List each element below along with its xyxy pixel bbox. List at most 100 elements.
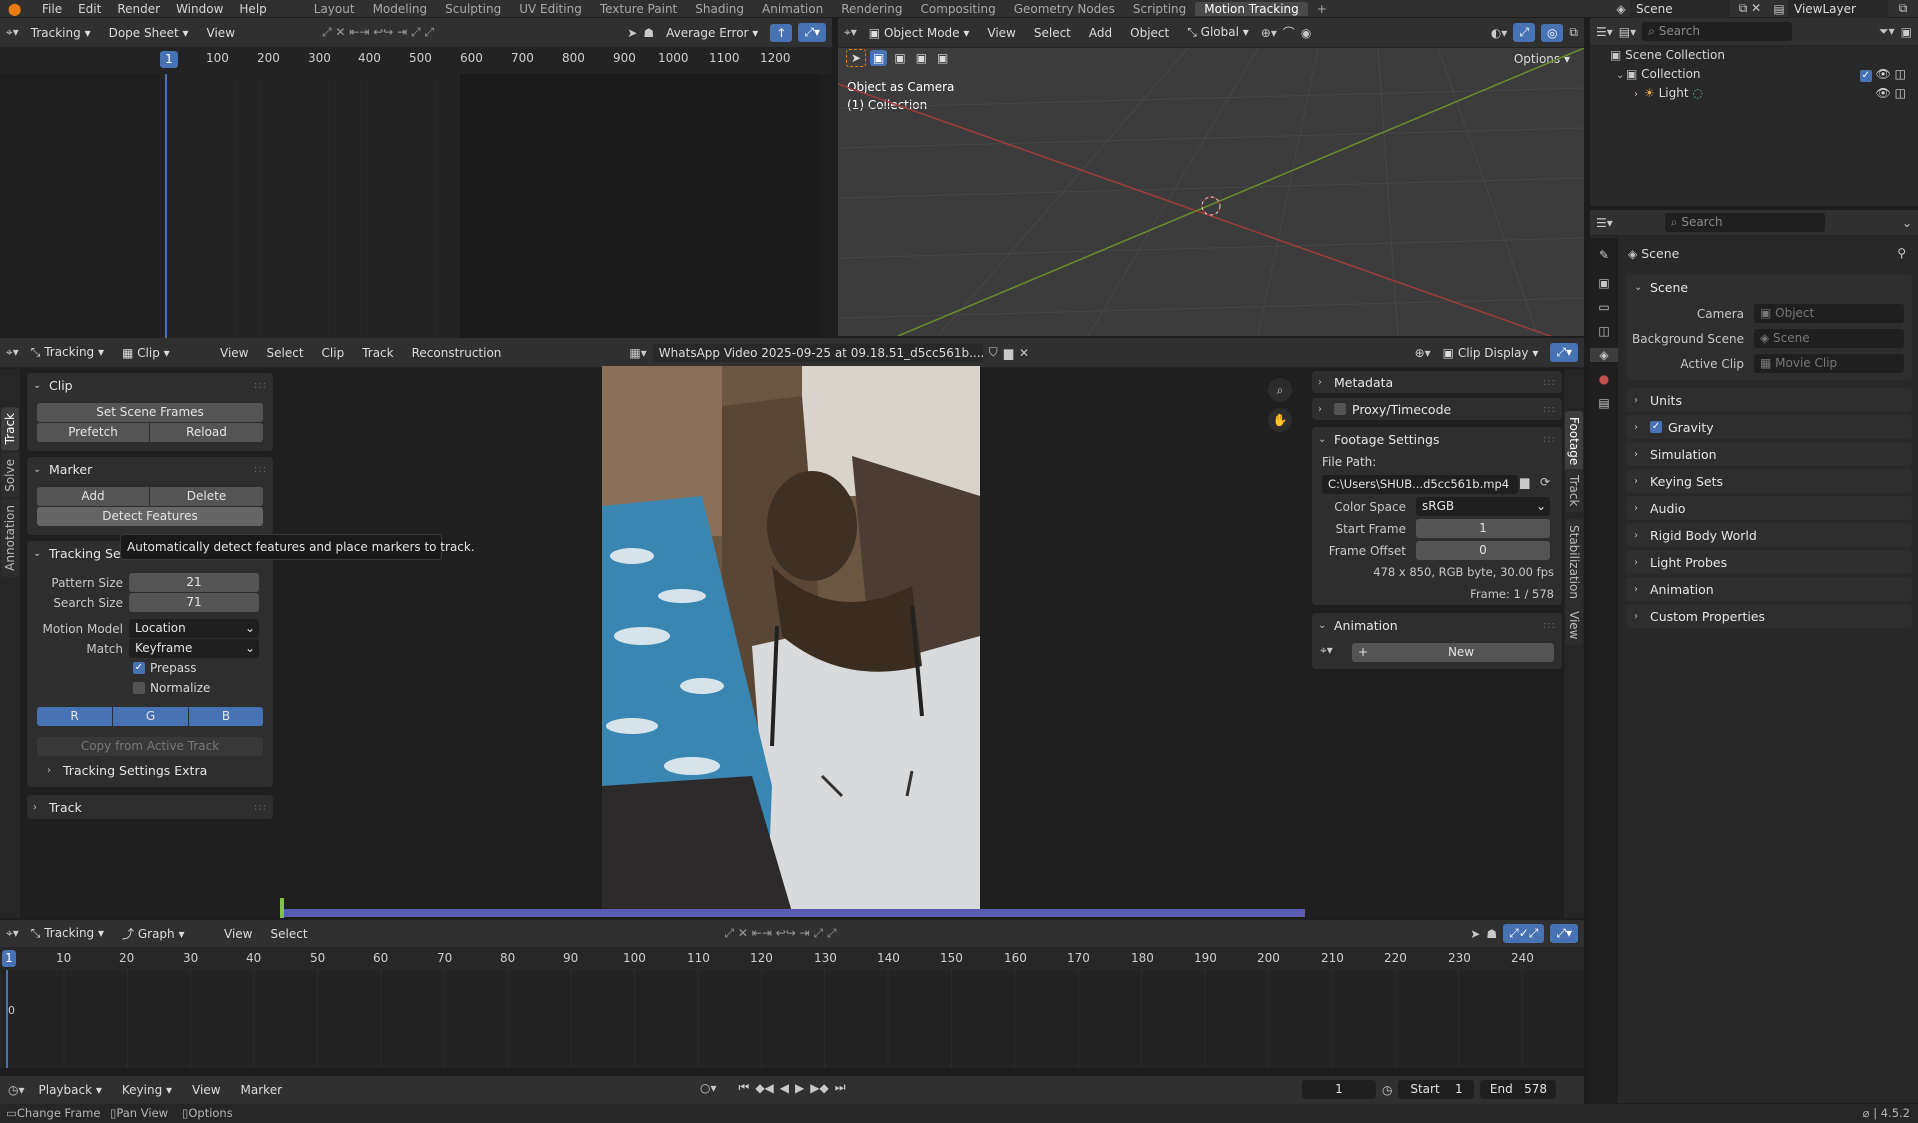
graph-view-select[interactable]: ⤴ Graph ▾ [116, 923, 212, 944]
dopesheet-view-type-select[interactable]: Dope Sheet ▾ [103, 24, 195, 42]
marker-panel-header[interactable]: ⌄ Marker::: [27, 457, 273, 482]
pivot-icon[interactable]: ⊕▾ [1415, 346, 1431, 360]
clip-name-field[interactable]: WhatsApp Video 2025-09-25 at 09.18.51_d5… [652, 343, 983, 362]
graph-overlay-toggle[interactable]: ⤢▾ [1550, 924, 1578, 943]
workspace-tab-compositing[interactable]: Compositing [911, 2, 1004, 16]
section-keying-sets[interactable]: › Keying Sets [1626, 469, 1912, 493]
timeline-menu-playback[interactable]: Playback ▾ [33, 1081, 108, 1099]
reload-button[interactable]: Reload [150, 423, 263, 442]
track-panel[interactable]: › Track::: [27, 795, 273, 819]
world-tab-icon[interactable]: ● [1590, 372, 1618, 386]
new-collection-icon[interactable]: ▣ [1901, 25, 1912, 39]
editor-type-icon[interactable]: ⌖▾ [6, 25, 19, 40]
sort-method-select[interactable]: Average Error ▾ [660, 24, 764, 42]
clip-menu-clip[interactable]: Clip [316, 344, 351, 362]
normalize-checkbox[interactable]: Normalize [133, 681, 210, 695]
ghost-icon[interactable]: ☗ [1486, 927, 1497, 941]
properties-search-input[interactable]: ⌕ Search [1664, 213, 1825, 232]
proxy-checkbox[interactable] [1334, 403, 1346, 415]
object-mode-select[interactable]: ▣ Object Mode ▾ [863, 24, 976, 42]
prefetch-button[interactable]: Prefetch [37, 423, 149, 442]
pin-icon[interactable]: ⚲ [1897, 246, 1906, 260]
scene-pin-icon[interactable]: ⧉ ✕ [1730, 1, 1770, 16]
menu-render[interactable]: Render [109, 2, 168, 16]
snap-icon[interactable]: ⌒ [1283, 24, 1295, 41]
start-frame-field[interactable]: 1 [1416, 519, 1550, 538]
viewport-menu-object[interactable]: Object [1124, 24, 1175, 42]
graph-mode-select[interactable]: ⤡ Tracking ▾ [25, 924, 110, 943]
workspace-tab-sculpting[interactable]: Sculpting [436, 2, 510, 16]
select-icon[interactable]: ➤ [1470, 927, 1480, 941]
unlink-clip-icon[interactable]: ✕ [1019, 346, 1029, 360]
select-icon[interactable]: ➤ [627, 26, 637, 40]
outliner-row-light[interactable]: › ☀ Light ◌ 👁 ◫ [1634, 86, 1916, 100]
display-mode-icon[interactable]: ▤▾ [1619, 25, 1636, 39]
file-path-field[interactable]: C:\Users\SHUB...d5cc561b.mp4 [1322, 475, 1518, 494]
tab-annotation[interactable]: Annotation [1, 499, 19, 577]
workspace-tab-modeling[interactable]: Modeling [364, 2, 437, 16]
editor-type-icon[interactable]: ⌖▾ [6, 926, 19, 941]
light-visibility-icons[interactable]: 👁 ◫ [1876, 86, 1906, 100]
camera-field[interactable]: ▣ Object [1754, 304, 1904, 323]
tab-track-right[interactable]: Track [1565, 469, 1583, 513]
timeline-menu-keying[interactable]: Keying ▾ [116, 1081, 178, 1099]
footage-settings-header[interactable]: ⌄ Footage Settings::: [1312, 427, 1562, 452]
gizmo-toggle[interactable]: ⤢ [1513, 23, 1535, 42]
play-reverse-icon[interactable]: ◀ [780, 1081, 789, 1095]
match-select[interactable]: Keyframe ⌄ [129, 639, 259, 658]
next-keyframe-icon[interactable]: ▶◆ [810, 1081, 828, 1095]
tab-solve[interactable]: Solve [1, 453, 19, 498]
active-clip-field[interactable]: ▦ Movie Clip [1754, 354, 1904, 373]
clip-display-select[interactable]: ▣ Clip Display ▾ [1437, 344, 1545, 362]
zoom-icon[interactable]: ⌕ [1268, 378, 1292, 402]
scene-panel-header[interactable]: ⌄ Scene [1626, 274, 1912, 301]
new-action-button[interactable]: + New [1352, 643, 1554, 662]
keyframe-tools-icons[interactable]: ⤢ ✕ ⇤⇥ ↩↪ ⇥ ⤢ ⤢ [313, 25, 443, 40]
workspace-tab-layout[interactable]: Layout [305, 2, 364, 16]
view-layer-copy-icon[interactable]: ⧉ [1888, 1, 1918, 16]
play-icon[interactable]: ▶ [795, 1081, 804, 1095]
current-frame-indicator[interactable]: 1 [160, 51, 178, 68]
prev-keyframe-icon[interactable]: ◆◀ [755, 1081, 773, 1095]
tab-footage[interactable]: Footage [1565, 411, 1583, 472]
collection-visibility-icons[interactable]: ✓ 👁 ◫ [1859, 67, 1906, 82]
viewport-menu-view[interactable]: View [981, 24, 1021, 42]
clip-frame-image[interactable] [602, 366, 980, 912]
detect-features-button[interactable]: Detect Features [37, 507, 263, 526]
render-tab-icon[interactable]: ▣ [1590, 276, 1618, 290]
add-workspace-icon[interactable]: + [1308, 2, 1336, 16]
editor-type-icon[interactable]: ☰▾ [1596, 25, 1613, 39]
section-units[interactable]: › Units [1626, 388, 1912, 412]
tool-tab-icon[interactable]: ✎ [1590, 248, 1618, 262]
viewport-menu-select[interactable]: Select [1028, 24, 1077, 42]
reload-icon[interactable]: ⟳ [1540, 475, 1550, 489]
3d-viewport[interactable]: ⌖▾ ▣ Object Mode ▾ View Select Add Objec… [838, 18, 1584, 336]
action-browse-icon[interactable]: ⌖▾ [1320, 643, 1333, 658]
filter-icon[interactable]: ⏷▾ [1879, 24, 1895, 39]
timeline-editor-icon[interactable]: ◷▾ [8, 1083, 25, 1097]
tracking-settings-extra-subpanel[interactable]: › Tracking Settings Extra [47, 763, 207, 778]
clip-menu-view[interactable]: View [214, 344, 254, 362]
auto-keying-icon[interactable]: ○▾ [700, 1081, 717, 1095]
menu-help[interactable]: Help [231, 2, 274, 16]
section-simulation[interactable]: › Simulation [1626, 442, 1912, 466]
jump-start-icon[interactable]: ⏮ [739, 1080, 750, 1095]
options-chevron-icon[interactable]: ⌄ [1902, 216, 1912, 230]
pattern-size-field[interactable]: 21 [129, 573, 259, 592]
scene-tab-icon[interactable]: ◈ [1590, 348, 1618, 362]
tab-stabilization[interactable]: Stabilization [1565, 519, 1583, 605]
frame-offset-field[interactable]: 0 [1416, 541, 1550, 560]
section-animation[interactable]: › Animation [1626, 577, 1912, 601]
show-tracks-toggle[interactable]: ⤢✓⤢ [1503, 924, 1545, 943]
visibility-icon[interactable]: ◐▾ [1491, 26, 1508, 40]
timeline-menu-marker[interactable]: Marker [235, 1081, 288, 1099]
current-frame-field[interactable]: 1 [1302, 1080, 1376, 1099]
jump-end-icon[interactable]: ⏭ [835, 1080, 846, 1095]
delete-marker-button[interactable]: Delete [150, 487, 263, 506]
outliner-row-scene-collection[interactable]: ▣ Scene Collection [1610, 48, 1725, 62]
fake-user-icon[interactable]: ⛉ [989, 345, 998, 360]
search-size-field[interactable]: 71 [129, 593, 259, 612]
set-scene-frames-button[interactable]: Set Scene Frames [37, 403, 263, 422]
channel-r-toggle[interactable]: R [37, 707, 112, 726]
pivot-icon[interactable]: ⊕▾ [1261, 26, 1277, 40]
